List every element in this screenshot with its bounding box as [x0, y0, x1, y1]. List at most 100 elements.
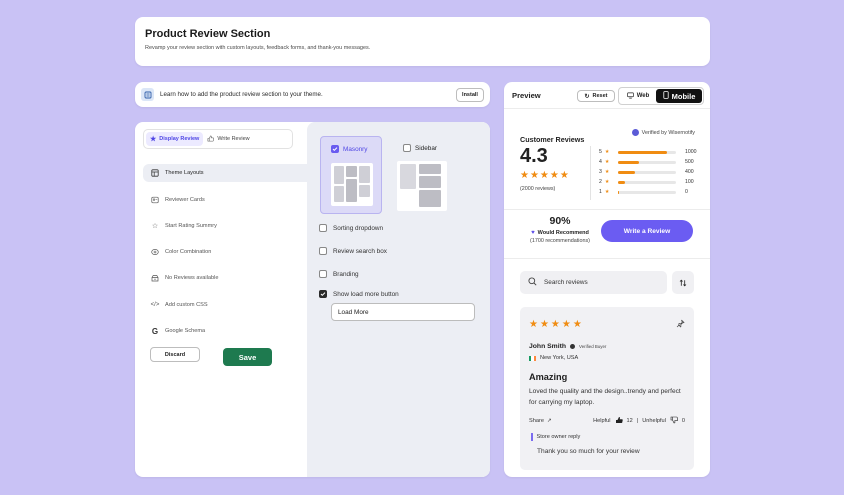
reviewer-name: John Smith	[529, 343, 567, 350]
sidebar-item-color-combination[interactable]: Color Combination	[143, 243, 307, 261]
review-heading: Amazing	[529, 372, 568, 382]
info-text: Learn how to add the product review sect…	[160, 91, 323, 98]
option-label: Sorting dropdown	[333, 224, 384, 232]
distribution-bar	[618, 180, 676, 184]
review-body: Loved the quality and the design..trendy…	[529, 388, 681, 406]
star-icon: ★	[604, 179, 610, 185]
masonry-thumbnail	[331, 163, 373, 206]
pin-icon[interactable]	[676, 315, 685, 333]
total-reviews: (2000 reviews)	[520, 186, 556, 192]
would-recommend: ♥ Would Recommend	[520, 230, 600, 236]
distribution-bar-fill	[618, 160, 639, 164]
share-link[interactable]: Share ↗	[529, 418, 552, 424]
store-owner-reply-label: Store owner reply	[536, 434, 581, 440]
sidebar-item-reviewer-cards[interactable]: Reviewer Cards	[143, 191, 307, 209]
search-reviews-input[interactable]: Search reviews	[520, 271, 667, 294]
layout-icon	[151, 169, 159, 177]
layout-option-masonry[interactable]: Masonry	[320, 136, 382, 214]
sidebar-thumbnail	[397, 161, 447, 211]
review-stars: ★★★★★	[529, 318, 584, 330]
device-toggle: Web Mobile	[618, 87, 704, 105]
unhelpful-count: 0	[681, 418, 685, 424]
sidebar-label: Sidebar	[415, 144, 438, 152]
masonry-checkbox-label: Masonry	[331, 145, 368, 153]
show-load-more-checkbox[interactable]	[319, 290, 327, 298]
star-icon: ★	[604, 189, 610, 195]
thumbs-up-icon[interactable]	[615, 416, 623, 426]
write-review-button[interactable]: Write a Review	[601, 220, 693, 242]
sorting-dropdown-checkbox[interactable]	[319, 224, 327, 232]
sidebar-item-custom-css[interactable]: </> Add custom CSS	[143, 296, 307, 314]
sidebar-checkbox[interactable]	[403, 144, 411, 152]
distribution-star-label: 2	[599, 179, 602, 185]
option-review-search-box[interactable]: Review search box	[319, 247, 387, 255]
review-search-box-checkbox[interactable]	[319, 247, 327, 255]
distribution-bar	[618, 170, 676, 174]
distribution-star-label: 1	[599, 189, 602, 195]
settings-panel: ★ Display Review Write Review Theme Layo…	[135, 122, 490, 477]
reviews-summary-header: Customer Reviews Verified by Wisernotify	[520, 129, 695, 144]
distribution-bar	[618, 150, 676, 154]
option-label: Show load more button	[333, 290, 399, 298]
header-card: Product Review Section Revamp your revie…	[135, 17, 710, 66]
rating-distribution-row: 2 ★ 100	[599, 178, 699, 186]
distribution-bar	[618, 160, 676, 164]
option-show-load-more[interactable]: Show load more button	[319, 290, 399, 298]
web-view-button[interactable]: Web	[620, 89, 656, 103]
distribution-count: 100	[685, 179, 694, 185]
tab-display-review[interactable]: ★ Display Review	[146, 132, 204, 146]
star-outline-icon: ☆	[151, 223, 159, 230]
sidebar-item-star-rating-summary[interactable]: ☆ Start Rating Summry	[143, 217, 307, 235]
reviewer-location: New York, USA	[540, 355, 579, 361]
google-icon: G	[151, 326, 159, 336]
helpful-separator: |	[636, 418, 639, 424]
rating-distribution-row: 1 ★ 0	[599, 188, 699, 196]
distribution-count: 400	[685, 169, 694, 175]
option-label: Review search box	[333, 247, 387, 255]
sidebar-item-label: Theme Layouts	[165, 170, 204, 176]
thumbs-down-icon[interactable]	[670, 416, 678, 426]
sidebar-item-no-reviews[interactable]: No Reviews available	[143, 269, 307, 287]
star-icon: ★	[604, 169, 610, 175]
option-sorting-dropdown[interactable]: Sorting dropdown	[319, 224, 383, 232]
page-title: Product Review Section	[145, 28, 271, 40]
install-button[interactable]: Install	[456, 87, 484, 102]
load-more-text-input[interactable]: Load More	[331, 303, 475, 321]
web-label: Web	[636, 93, 650, 99]
discard-button[interactable]: Discard	[150, 347, 200, 362]
verified-buyer: Verified Buyer	[579, 344, 607, 349]
empty-box-icon	[151, 274, 159, 282]
page-subtitle: Revamp your review section with custom l…	[145, 45, 371, 51]
recommend-block: 90% ♥ Would Recommend (1700 recommendati…	[520, 215, 600, 244]
reset-icon: ↻	[584, 93, 590, 100]
share-icon: ↗	[546, 418, 552, 424]
recommend-percent: 90%	[549, 215, 571, 227]
reset-button[interactable]: ↻ Reset	[577, 90, 615, 102]
layout-option-sidebar[interactable]: Sidebar	[393, 136, 455, 214]
mobile-view-button[interactable]: Mobile	[656, 89, 702, 103]
tab-write-review[interactable]: Write Review	[203, 132, 253, 146]
sidebar-item-theme-layouts[interactable]: Theme Layouts	[143, 164, 307, 182]
sidebar-item-label: Add custom CSS	[165, 302, 208, 308]
branding-checkbox[interactable]	[319, 270, 327, 278]
option-branding[interactable]: Branding	[319, 270, 359, 278]
divider	[504, 258, 710, 259]
would-recommend-label: Would Recommend	[537, 230, 589, 236]
sidebar-item-google-schema[interactable]: G Google Schema	[143, 322, 307, 340]
recommendations-count: (1700 recommendations)	[530, 238, 590, 244]
code-icon: </>	[150, 302, 160, 308]
masonry-checkbox[interactable]	[331, 145, 339, 153]
sidebar-item-label: Google Schema	[165, 328, 206, 334]
sort-button[interactable]	[672, 271, 694, 294]
phone-icon	[663, 91, 669, 101]
verified-by-text: Verified by Wisernotify	[641, 129, 695, 136]
sidebar-item-label: No Reviews available	[165, 275, 219, 281]
save-button[interactable]: Save	[223, 348, 272, 366]
sidebar-item-label: Start Rating Summry	[165, 223, 217, 229]
distribution-count: 500	[685, 159, 694, 165]
thumbs-up-icon	[207, 135, 215, 144]
review-card: ★★★★★ John Smith Verified Buyer New York…	[520, 307, 694, 470]
distribution-star-label: 4	[599, 159, 602, 165]
distribution-star-label: 3	[599, 169, 602, 175]
star-icon: ★	[604, 159, 610, 165]
